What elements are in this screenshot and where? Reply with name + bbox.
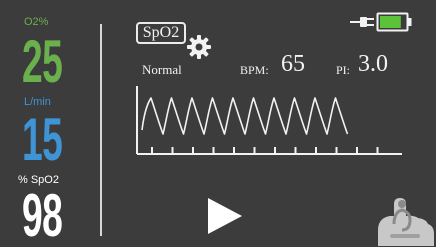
battery-level-fill (380, 16, 401, 28)
spo2-value: 98 (22, 182, 63, 247)
monitor-screen: O2% 25 L/min 15 % SpO2 98 SpO2 Normal BP… (0, 0, 436, 247)
o2-label: O2% (24, 16, 49, 28)
plug-icon (350, 17, 374, 27)
flow-value: 15 (22, 106, 63, 173)
status-text: Normal (142, 62, 182, 77)
pi-value: 3.0 (358, 51, 388, 77)
play-icon[interactable] (206, 196, 244, 236)
bpm-value: 65 (281, 51, 305, 77)
gear-icon[interactable] (186, 34, 212, 60)
hand-icon[interactable] (372, 190, 436, 247)
waveform-ticks (151, 147, 379, 154)
waveform-trace (141, 97, 349, 135)
pi-label: PI: (336, 63, 351, 77)
panel-divider (100, 24, 102, 236)
pleth-waveform (136, 86, 402, 155)
spo2-tab[interactable]: SpO2 (136, 22, 186, 44)
bpm-label: BPM: (240, 63, 269, 77)
vitals-panel: O2% 25 L/min 15 % SpO2 98 (0, 0, 100, 247)
battery-icon (376, 12, 412, 32)
o2-value: 25 (22, 28, 63, 95)
